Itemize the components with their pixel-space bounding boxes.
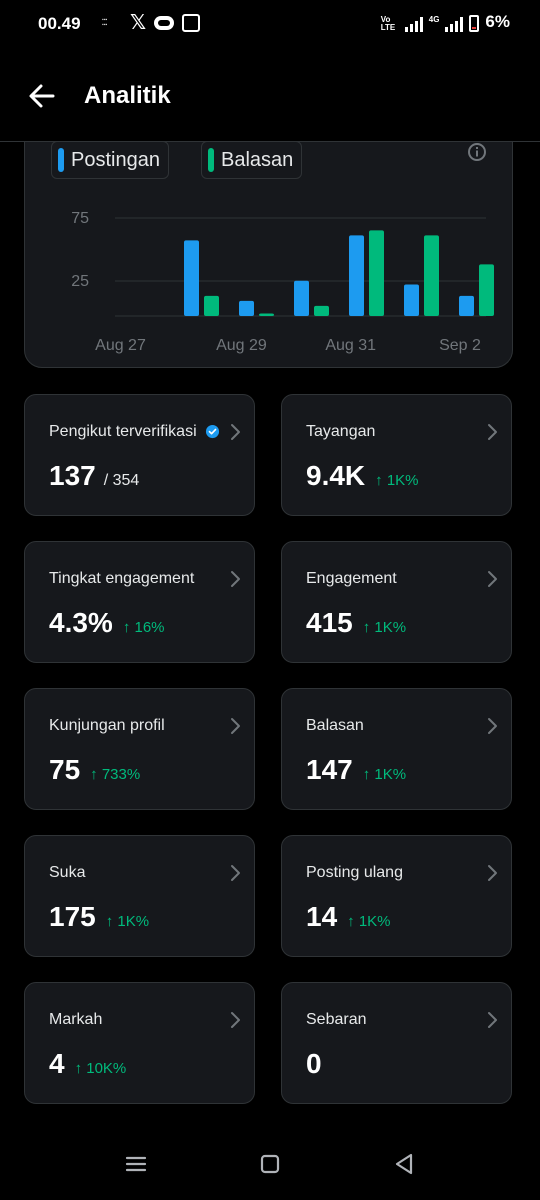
- x-tick-label: Aug 29: [216, 337, 267, 354]
- stat-change: ↑ 10K%: [74, 1060, 127, 1077]
- stat-value-row: 147 ↑ 1K%: [306, 754, 406, 786]
- bar-balasan: [424, 235, 439, 316]
- stat-label: Kunjungan profil: [49, 717, 165, 734]
- stat-value-row: 14 ↑ 1K%: [306, 901, 391, 933]
- stat-value-row: 4.3% ↑ 16%: [49, 607, 165, 639]
- stat-value: 4: [49, 1048, 65, 1079]
- home-icon[interactable]: [256, 1150, 284, 1178]
- stat-label: Tingkat engagement: [49, 570, 195, 587]
- stat-value: 137: [49, 460, 96, 491]
- y-tick-label: 75: [71, 210, 89, 227]
- stat-change: ↑ 16%: [122, 619, 165, 636]
- stat-value-row: 137 / 354: [49, 460, 139, 492]
- stat-value: 415: [306, 607, 353, 638]
- stat-card[interactable]: Posting ulang 14 ↑ 1K%: [281, 835, 512, 957]
- stat-label: Tayangan: [306, 423, 376, 440]
- stat-value: 9.4K: [306, 460, 366, 491]
- stat-change: ↑ 1K%: [375, 472, 419, 489]
- stat-card[interactable]: Tingkat engagement 4.3% ↑ 16%: [24, 541, 255, 663]
- stat-change: ↑ 1K%: [362, 619, 407, 636]
- bar-balasan: [479, 264, 494, 316]
- chevron-right-icon: [488, 718, 497, 734]
- bar-postingan: [459, 295, 474, 316]
- stat-value: 75: [49, 754, 81, 785]
- stat-value-row: 75 ↑ 733%: [49, 754, 140, 786]
- status-time: 00.49: [38, 14, 81, 33]
- bar-postingan: [239, 300, 254, 316]
- stat-label: Suka: [49, 864, 86, 881]
- bar-balasan: [259, 313, 274, 316]
- verified-badge-icon: [205, 424, 220, 439]
- stat-change: ↑ 1K%: [347, 913, 391, 930]
- stat-value-row: 9.4K ↑ 1K%: [306, 460, 419, 492]
- stat-card[interactable]: Suka 175 ↑ 1K%: [24, 835, 255, 957]
- app-header: Analitik: [0, 50, 540, 142]
- chevron-right-icon: [231, 424, 240, 440]
- stat-card[interactable]: Kunjungan profil 75 ↑ 733%: [24, 688, 255, 810]
- stat-label: Balasan: [306, 717, 364, 734]
- stat-label: Posting ulang: [306, 864, 403, 881]
- stat-change: ↑ 1K%: [105, 913, 150, 930]
- battery-percent: 6%: [485, 12, 510, 31]
- bar-balasan: [314, 305, 329, 316]
- bar-balasan: [369, 230, 384, 316]
- battery-icon: [469, 15, 480, 32]
- chevron-right-icon: [231, 1012, 240, 1028]
- status-bar: 00.49 ▪▪▪ ▪▪▪ 𝕏 Vo LTE 4G 6%: [0, 0, 540, 50]
- chevron-right-icon: [488, 424, 497, 440]
- notification-icon: ▪▪▪ ▪▪▪: [102, 17, 108, 28]
- stat-value-row: 175 ↑ 1K%: [49, 901, 149, 933]
- nav-back-icon[interactable]: [390, 1150, 418, 1178]
- chevron-right-icon: [488, 571, 497, 587]
- chevron-right-icon: [231, 571, 240, 587]
- bar-balasan: [204, 295, 219, 316]
- chevron-right-icon: [231, 718, 240, 734]
- stat-label: Markah: [49, 1011, 103, 1028]
- bar-postingan: [184, 240, 199, 316]
- stat-card[interactable]: Sebaran 0: [281, 982, 512, 1104]
- stat-change: ↑ 1K%: [362, 766, 407, 783]
- stat-card[interactable]: Engagement 415 ↑ 1K%: [281, 541, 512, 663]
- system-nav-bar: [0, 1128, 540, 1200]
- x-app-icon: 𝕏: [130, 12, 147, 34]
- 4g-signal-icon: [445, 16, 464, 32]
- stat-value-row: 4 ↑ 10K%: [49, 1048, 126, 1080]
- chevron-right-icon: [488, 865, 497, 881]
- page-title: Analitik: [84, 82, 171, 109]
- volte-icon: Vo LTE: [380, 15, 396, 32]
- nfc-icon: [182, 14, 201, 32]
- stat-value: 14: [306, 901, 338, 932]
- x-tick-label: Sep 2: [439, 337, 481, 354]
- pill-icon: [154, 16, 175, 30]
- signal-icon: [404, 16, 423, 32]
- 4g-icon: 4G: [428, 15, 440, 24]
- y-tick-label: 25: [71, 273, 89, 290]
- bar-postingan: [349, 235, 364, 316]
- bar-postingan: [404, 284, 419, 316]
- bar-postingan: [294, 280, 309, 316]
- recents-icon[interactable]: [122, 1150, 150, 1178]
- stat-label: Engagement: [306, 570, 397, 587]
- x-tick-label: Aug 31: [325, 337, 376, 354]
- chevron-right-icon: [488, 1012, 497, 1028]
- stat-card[interactable]: Tayangan 9.4K ↑ 1K%: [281, 394, 512, 516]
- stat-total: / 354: [103, 472, 140, 489]
- stat-label: Sebaran: [306, 1011, 367, 1028]
- stat-change: ↑ 733%: [90, 766, 141, 783]
- stat-value: 147: [306, 754, 353, 785]
- stat-value-row: 415 ↑ 1K%: [306, 607, 406, 639]
- stat-card[interactable]: Markah 4 ↑ 10K%: [24, 982, 255, 1104]
- back-arrow-icon[interactable]: [26, 80, 58, 112]
- stat-card[interactable]: Balasan 147 ↑ 1K%: [281, 688, 512, 810]
- stat-label: Pengikut terverifikasi: [49, 423, 197, 440]
- stat-value: 175: [49, 901, 96, 932]
- stat-value: 4.3%: [49, 607, 113, 638]
- x-tick-label: Aug 27: [95, 337, 146, 354]
- chevron-right-icon: [231, 865, 240, 881]
- stat-value-row: 0: [306, 1048, 322, 1080]
- stat-value: 0: [306, 1048, 322, 1079]
- stat-card[interactable]: Pengikut terverifikasi 137 / 354: [24, 394, 255, 516]
